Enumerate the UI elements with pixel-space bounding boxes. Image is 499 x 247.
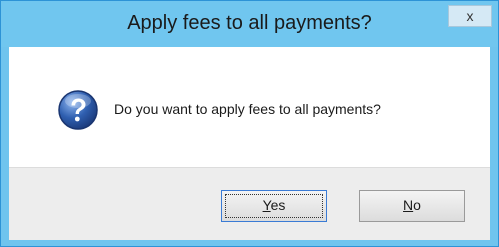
no-button[interactable]: No	[359, 190, 465, 222]
focus-rectangle	[225, 194, 323, 218]
yes-button[interactable]: Yes	[221, 190, 327, 222]
button-bar: Yes No	[9, 167, 490, 240]
window-title: Apply fees to all payments?	[127, 12, 372, 34]
close-button[interactable]: x	[448, 5, 492, 27]
title-bar[interactable]: Apply fees to all payments? x	[1, 1, 498, 47]
close-icon: x	[466, 8, 474, 24]
no-label-rest: o	[413, 197, 421, 213]
dialog-window: Apply fees to all payments? x Do you wan…	[0, 0, 499, 247]
message-text: Do you want to apply fees to all payment…	[114, 101, 381, 117]
question-icon	[58, 90, 98, 130]
dialog-body: Do you want to apply fees to all payment…	[9, 47, 490, 240]
no-mnemonic: N	[403, 197, 414, 213]
